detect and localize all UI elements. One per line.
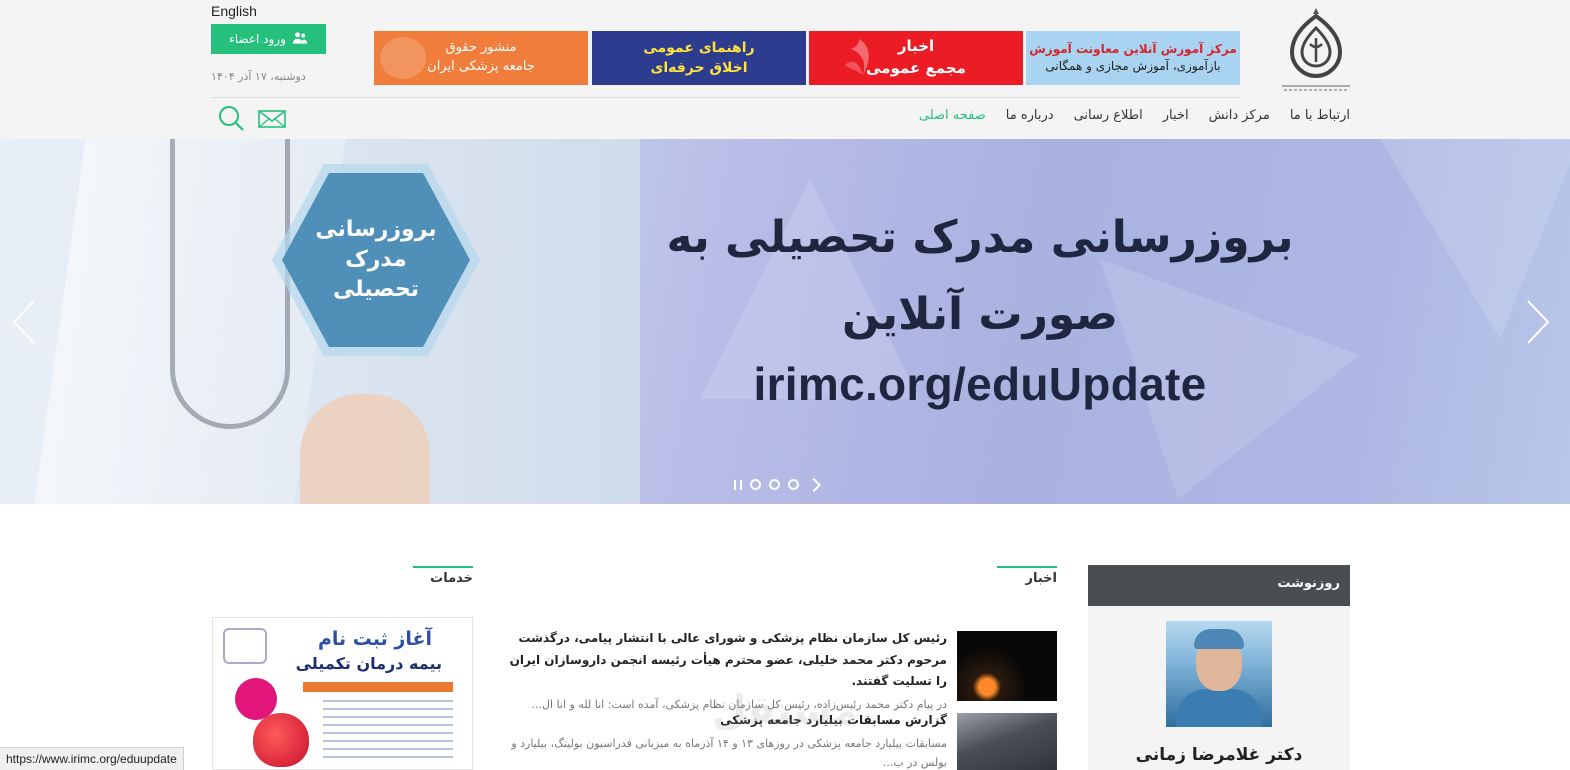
banner-assembly-line1: اخبار	[897, 37, 935, 56]
hero-slider[interactable]: بروزرسانی مدرک تحصیلی بروزرسانی مدرک تحص…	[0, 139, 1570, 504]
banner-education-line2: بازآموزی، آموزش مجازی و همگانی	[1045, 59, 1221, 73]
irimc-logo[interactable]	[1278, 4, 1354, 94]
slide-title-line1: بروزرسانی مدرک تحصیلی به	[666, 212, 1294, 263]
banner-online-education[interactable]: مرکز آموزش آنلاین معاونت آموزش بازآموزی،…	[1026, 31, 1240, 85]
banner-rights-line2: جامعه پزشکی ایران	[427, 59, 535, 74]
slide-title-line2: صورت آنلاین	[841, 289, 1119, 340]
heading-accent-line	[997, 566, 1057, 568]
main-navigation: صفحه اصلی درباره ما اطلاع رسانی اخبار مر…	[919, 108, 1350, 123]
services-banner-title2: بیمه درمان تکمیلی	[295, 654, 442, 673]
author-photo[interactable]	[1166, 621, 1272, 727]
search-icon[interactable]	[217, 104, 245, 136]
header-tools	[217, 104, 287, 136]
site-header: English ورود اعضاء دوشنبه، ۱۷ آذر ۱۴۰۴ م…	[0, 0, 1570, 139]
services-heading: خدمات	[413, 566, 473, 590]
banner-general-assembly-news[interactable]: اخبار مجمع عمومی	[809, 31, 1023, 85]
news-title[interactable]: رئیس کل سازمان نظام پزشکی و شورای عالی ب…	[500, 628, 947, 693]
news-thumbnail[interactable]	[957, 631, 1057, 701]
watermark: مستقل	[711, 688, 859, 734]
banner-ethics-line2: اخلاق حرفه‌ای	[650, 60, 748, 76]
users-icon	[292, 31, 308, 48]
photo-body	[1176, 689, 1262, 727]
slider-next-arrow[interactable]	[1524, 299, 1552, 345]
slider-dot[interactable]	[769, 479, 780, 490]
nav-knowledge-center[interactable]: مرکز دانش	[1209, 108, 1270, 123]
slide-url[interactable]: irimc.org/eduUpdate	[660, 357, 1300, 411]
rooznevesht-panel: روزنوشت دکتر غلامرضا زمانی	[1088, 565, 1350, 770]
banner-orange-bar	[303, 682, 453, 692]
english-language-link[interactable]: English	[211, 3, 257, 19]
author-name[interactable]: دکتر غلامرضا زمانی	[1088, 745, 1350, 765]
stethoscope-graphic	[170, 139, 290, 429]
heading-accent-line	[413, 566, 473, 568]
browser-status-url: https://www.irimc.org/eduupdate	[0, 747, 184, 770]
heart-icon	[253, 713, 309, 767]
banner-ethics-line1: راهنمای عمومی	[643, 39, 755, 56]
chevron-right-icon[interactable]	[806, 477, 822, 492]
news-heading: اخبار	[997, 566, 1057, 590]
banner-rights-line1: منشور حقوق	[445, 40, 517, 56]
header-divider	[211, 97, 1241, 98]
pause-icon[interactable]	[734, 479, 742, 490]
nav-news[interactable]: اخبار	[1163, 108, 1189, 123]
pointing-hand-graphic	[300, 394, 430, 504]
slide-caption: بروزرسانی مدرک تحصیلی به صورت آنلاین iri…	[660, 199, 1300, 411]
slider-controls	[734, 477, 822, 492]
slider-prev-arrow[interactable]	[10, 299, 38, 345]
banner-rights-charter[interactable]: منشور حقوق جامعه پزشکی ایران	[374, 31, 588, 85]
slider-dot[interactable]	[788, 479, 799, 490]
member-login-label: ورود اعضاء	[229, 32, 286, 46]
mail-icon[interactable]	[257, 104, 287, 136]
phoenix-icon	[839, 35, 879, 81]
rooznevesht-heading: روزنوشت	[1088, 565, 1350, 606]
member-login-button[interactable]: ورود اعضاء	[211, 24, 326, 54]
hex-line-3: تحصیلی	[333, 276, 420, 302]
org-logo-mini	[223, 628, 267, 664]
news-heading-text: اخبار	[1025, 571, 1058, 586]
news-thumbnail[interactable]	[957, 713, 1057, 770]
insurance-registration-banner[interactable]: آغاز ثبت نام بیمه درمان تکمیلی	[212, 617, 473, 770]
photo-surgical-cap	[1194, 629, 1244, 649]
services-banner-title1: آغاز ثبت نام	[318, 628, 432, 650]
nav-announcements[interactable]: اطلاع رسانی	[1074, 108, 1143, 123]
hex-line-1: بروزرسانی	[315, 217, 437, 243]
current-date: دوشنبه، ۱۷ آذر ۱۴۰۴	[211, 70, 306, 83]
banner-education-line1: مرکز آموزش آنلاین معاونت آموزش	[1029, 41, 1237, 56]
nav-contact[interactable]: ارتباط با ما	[1290, 108, 1350, 123]
banner-text-lines	[323, 700, 453, 760]
hex-line-2: مدرک	[345, 247, 407, 273]
slider-dot[interactable]	[750, 479, 761, 490]
nav-about[interactable]: درباره ما	[1006, 108, 1054, 123]
banner-ethics-guide[interactable]: راهنمای عمومی اخلاق حرفه‌ای	[592, 31, 806, 85]
services-heading-text: خدمات	[430, 571, 473, 586]
banner-assembly-line2: مجمع عمومی	[866, 59, 966, 77]
nav-home[interactable]: صفحه اصلی	[919, 108, 986, 123]
gavel-icon	[380, 37, 426, 79]
